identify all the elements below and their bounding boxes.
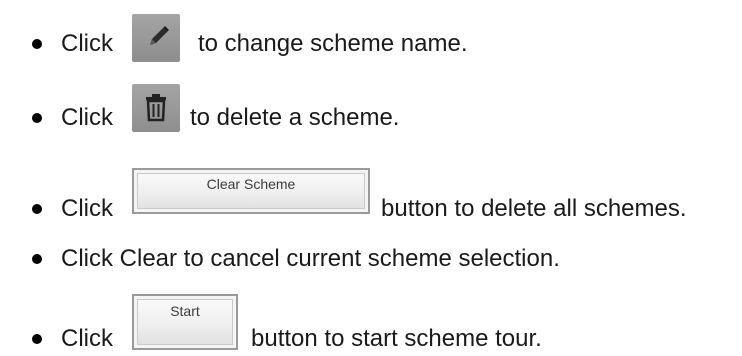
start-button[interactable]: Start — [132, 294, 238, 350]
bullet-dot — [32, 204, 42, 214]
pencil-icon[interactable] — [132, 14, 180, 62]
item-text: to delete a scheme. — [190, 104, 400, 131]
trash-icon[interactable] — [132, 84, 180, 132]
click-label: Click — [61, 195, 113, 222]
bullet-dot — [32, 254, 42, 264]
item-text: Click Clear to cancel current scheme sel… — [61, 245, 560, 272]
click-label: Click — [61, 104, 113, 131]
item-text: button to delete all schemes. — [381, 195, 687, 222]
bullet-dot — [32, 39, 42, 49]
click-label: Click — [61, 30, 113, 57]
bullet-dot — [32, 113, 42, 123]
clear-scheme-button[interactable]: Clear Scheme — [132, 168, 370, 214]
bullet-dot — [32, 334, 42, 344]
click-label: Click — [61, 325, 113, 352]
item-text: button to start scheme tour. — [251, 325, 542, 352]
item-text: to change scheme name. — [198, 30, 468, 57]
